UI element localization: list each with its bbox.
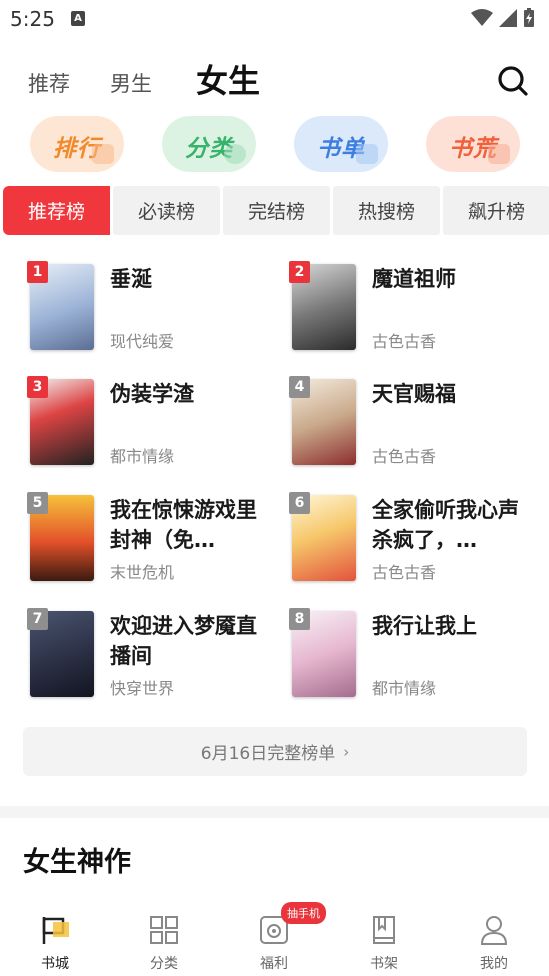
rank-badge: 8 — [289, 608, 310, 630]
tab-rising-rank[interactable]: 飙升榜 — [443, 186, 549, 235]
tab-female[interactable]: 女生 — [196, 56, 260, 102]
book-icon — [373, 916, 395, 944]
ranking-tabs: 推荐榜 必读榜 完结榜 热搜榜 飙升榜 — [3, 186, 549, 235]
book-genre: 快穿世界 — [110, 679, 175, 698]
grid-icon — [150, 916, 178, 944]
rank-badge: 1 — [27, 261, 48, 283]
rank-badge: 5 — [27, 492, 48, 514]
category-decor-icon — [224, 144, 246, 164]
book-title: 伪装学渣 — [110, 382, 194, 406]
booklist-decor-icon — [356, 144, 378, 164]
tab-male[interactable]: 男生 — [110, 68, 152, 98]
book-title: 欢迎进入梦魇直播间 — [110, 614, 257, 668]
quick-entries: 排行 分类 书单 书荒 — [0, 116, 549, 174]
tab-hot-search-rank[interactable]: 热搜榜 — [333, 186, 440, 235]
battery-icon — [524, 8, 534, 27]
book-genre: 古色古香 — [372, 563, 437, 582]
flag-icon — [42, 917, 69, 944]
book-famine-decor-icon — [488, 144, 510, 164]
chevron-right-icon: › — [343, 742, 350, 761]
ranking-entry-button[interactable]: 排行 — [30, 116, 124, 172]
rank-badge: 3 — [27, 376, 48, 398]
category-entry-button[interactable]: 分类 — [162, 116, 256, 172]
top-nav: 推荐 男生 女生 — [0, 50, 549, 110]
book-item[interactable]: 1 垂涎 现代纯爱 — [0, 256, 260, 360]
notification-icon: A — [71, 11, 85, 26]
status-bar: 5:25 A — [0, 0, 549, 38]
tab-bookstore[interactable]: 书城 — [15, 914, 95, 973]
welfare-badge: 抽手机 — [281, 902, 326, 924]
book-item[interactable]: 5 我在惊悚游戏里封神（免… 末世危机 — [0, 487, 260, 591]
tab-recommend[interactable]: 推荐 — [28, 68, 70, 98]
signal-icon — [499, 9, 517, 27]
tab-label: 我的 — [480, 956, 508, 972]
user-icon — [480, 916, 508, 945]
book-genre: 都市情缘 — [372, 679, 437, 698]
tab-category[interactable]: 分类 — [124, 914, 204, 973]
tab-recommend-rank[interactable]: 推荐榜 — [3, 186, 110, 235]
book-genre: 古色古香 — [372, 332, 437, 351]
book-title: 天官赐福 — [372, 382, 456, 406]
status-icons — [471, 8, 535, 28]
rank-badge: 4 — [289, 376, 310, 398]
tab-completed-rank[interactable]: 完结榜 — [223, 186, 330, 235]
book-title: 我行让我上 — [372, 614, 477, 638]
tab-label: 福利 — [260, 956, 288, 972]
book-famine-entry-button[interactable]: 书荒 — [426, 116, 520, 172]
book-title: 垂涎 — [110, 267, 152, 291]
book-item[interactable]: 7 欢迎进入梦魇直播间 快穿世界 — [0, 603, 260, 707]
book-item[interactable]: 3 伪装学渣 都市情缘 — [0, 371, 260, 475]
booklist-entry-button[interactable]: 书单 — [294, 116, 388, 172]
section-divider — [0, 806, 549, 818]
wifi-icon — [471, 9, 493, 26]
book-title: 全家偷听我心声杀疯了，… — [372, 498, 519, 552]
book-item[interactable]: 8 我行让我上 都市情缘 — [262, 603, 522, 707]
tab-label: 书架 — [370, 956, 398, 972]
book-genre: 末世危机 — [110, 563, 175, 582]
bottom-tab-bar: 书城 分类 福利 书架 我的 抽手机 — [0, 896, 549, 976]
section-title: 女生神作 — [23, 847, 131, 878]
tab-bookshelf[interactable]: 书架 — [344, 914, 424, 973]
tab-label: 书城 — [41, 956, 69, 972]
full-ranking-button[interactable]: 6月16日完整榜单 › — [23, 727, 527, 776]
tab-label: 分类 — [150, 956, 178, 972]
book-title: 我在惊悚游戏里封神（免… — [110, 498, 257, 552]
book-genre: 古色古香 — [372, 447, 437, 466]
search-icon[interactable] — [497, 64, 529, 96]
book-title: 魔道祖师 — [372, 267, 456, 291]
status-time: 5:25 — [10, 7, 55, 31]
book-genre: 都市情缘 — [110, 447, 175, 466]
tab-must-read-rank[interactable]: 必读榜 — [113, 186, 220, 235]
ranking-decor-icon — [92, 144, 114, 164]
book-item[interactable]: 4 天官赐福 古色古香 — [262, 371, 522, 475]
rank-badge: 7 — [27, 608, 48, 630]
rank-badge: 6 — [289, 492, 310, 514]
book-item[interactable]: 2 魔道祖师 古色古香 — [262, 256, 522, 360]
rank-badge: 2 — [289, 261, 310, 283]
book-genre: 现代纯爱 — [110, 332, 175, 351]
full-ranking-label: 6月16日完整榜单 — [200, 744, 336, 764]
book-item[interactable]: 6 全家偷听我心声杀疯了，… 古色古香 — [262, 487, 522, 591]
tab-profile[interactable]: 我的 — [454, 914, 534, 973]
